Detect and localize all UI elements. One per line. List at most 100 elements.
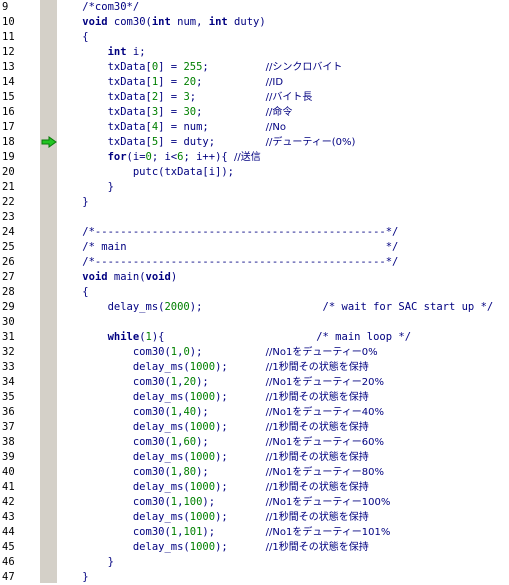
code-token: ); [215, 421, 266, 433]
line-number-row: 12 [0, 45, 40, 60]
code-token: ); [189, 301, 323, 313]
code-token: 60 [183, 436, 197, 448]
code-token: /* main loop */ [316, 331, 412, 343]
line-number-row: 14 [0, 75, 40, 90]
code-token: //No1をデューティー20% [265, 377, 384, 388]
code-token: ); [215, 481, 266, 493]
line-number: 12 [2, 46, 15, 58]
code-token: delay_ms( [57, 511, 190, 523]
breakpoint-marker-bar[interactable] [40, 0, 57, 583]
code-token: delay_ms( [57, 451, 190, 463]
code-token: //1秒間その状態を保持 [265, 392, 369, 403]
line-number: 46 [2, 556, 15, 568]
code-line-text: com30(1,101); //No1をデューティー101% [57, 525, 391, 540]
code-token: main( [107, 271, 146, 283]
line-number: 21 [2, 181, 15, 193]
code-line-text: txData[0] = 255; //シンクロバイト [57, 60, 343, 75]
line-number-row: 16 [0, 105, 40, 120]
line-number: 40 [2, 466, 15, 478]
line-number-row: 17 [0, 120, 40, 135]
code-token: /* main */ [57, 241, 399, 253]
line-number: 14 [2, 76, 15, 88]
code-token: /* wait for SAC start up */ [322, 301, 494, 313]
line-number-row: 10 [0, 15, 40, 30]
code-line-text: delay_ms(2000); /* wait for SAC start up… [57, 300, 494, 315]
line-number: 26 [2, 256, 15, 268]
line-number: 37 [2, 421, 15, 433]
code-token: 255 [183, 61, 203, 73]
line-number: 19 [2, 151, 15, 163]
line-number: 33 [2, 361, 15, 373]
code-token: com30( [57, 406, 171, 418]
code-line-text: putc(txData[i]); [57, 165, 234, 180]
code-token: ; [189, 91, 266, 103]
code-token: //デューティー(0%) [265, 137, 356, 148]
line-number-row: 27 [0, 270, 40, 285]
code-line-text: txData[1] = 20; //ID [57, 75, 283, 90]
line-number-row: 39 [0, 450, 40, 465]
code-token: ; i< [151, 151, 178, 163]
line-number-row: 36 [0, 405, 40, 420]
code-line-text: } [57, 195, 88, 210]
code-token: for [107, 151, 127, 163]
code-token: ); [215, 361, 266, 373]
line-number-row: 41 [0, 480, 40, 495]
code-token: ); [215, 511, 266, 523]
code-token: ); [196, 436, 266, 448]
code-token: int [208, 16, 228, 28]
code-token: 1000 [189, 391, 216, 403]
code-token: 1000 [189, 361, 216, 373]
code-token: /*--------------------------------------… [57, 226, 399, 238]
code-token: } [57, 181, 114, 193]
code-line-text: } [57, 555, 114, 570]
code-token: /*--------------------------------------… [57, 256, 399, 268]
code-line-text: delay_ms(1000); //1秒間その状態を保持 [57, 480, 369, 495]
code-area[interactable]: /*com30*/ void com30(int num, int duty) … [57, 0, 509, 583]
line-number-row: 13 [0, 60, 40, 75]
code-token: com30( [57, 526, 171, 538]
code-token: ; [196, 106, 266, 118]
line-number-row: 43 [0, 510, 40, 525]
line-number: 36 [2, 406, 15, 418]
line-number-row: 15 [0, 90, 40, 105]
line-number: 29 [2, 301, 15, 313]
code-line-text: /*com30*/ [57, 0, 139, 15]
line-number-row: 26 [0, 255, 40, 270]
code-token: com30( [57, 376, 171, 388]
code-token: int [151, 16, 171, 28]
code-line-text: } [57, 180, 114, 195]
code-line-text: delay_ms(1000); //1秒間その状態を保持 [57, 510, 369, 525]
code-editor[interactable]: 9 10 11 12 13 14 15 16 17 18 19 20 21 22 23 24 25 26 27 28 2… [0, 0, 509, 583]
code-token: txData[ [57, 91, 152, 103]
code-token: ); [189, 346, 266, 358]
code-token: 2000 [164, 301, 190, 313]
line-number-row: 37 [0, 420, 40, 435]
code-token: 101 [183, 526, 203, 538]
code-token: ] = [158, 91, 184, 103]
code-token: //No [265, 122, 286, 133]
code-token: ); [215, 541, 266, 553]
code-token: 20 [183, 76, 197, 88]
line-number-row: 9 [0, 0, 40, 15]
code-token: //1秒間その状態を保持 [265, 362, 369, 373]
code-line-text: com30(1,0); //No1をデューティー0% [57, 345, 378, 360]
code-line-text: /*--------------------------------------… [57, 255, 398, 270]
line-number-row: 20 [0, 165, 40, 180]
code-line-text: delay_ms(1000); //1秒間その状態を保持 [57, 540, 369, 555]
code-line-text: delay_ms(1000); //1秒間その状態を保持 [57, 420, 369, 435]
line-number-row: 33 [0, 360, 40, 375]
code-token: ; i++){ [183, 151, 235, 163]
code-token: ); [196, 466, 266, 478]
line-number: 13 [2, 61, 15, 73]
code-token: //シンクロバイト [265, 62, 343, 73]
code-line-text: delay_ms(1000); //1秒間その状態を保持 [57, 450, 369, 465]
line-number-row: 23 [0, 210, 40, 225]
code-token: { [57, 31, 89, 43]
code-token: 100 [183, 496, 203, 508]
code-token: delay_ms( [57, 421, 190, 433]
line-number-row: 44 [0, 525, 40, 540]
code-token: txData[ [57, 106, 152, 118]
line-number-gutter: 9 10 11 12 13 14 15 16 17 18 19 20 21 22 23 24 25 26 27 28 2… [0, 0, 40, 583]
code-token: ] = [158, 106, 184, 118]
